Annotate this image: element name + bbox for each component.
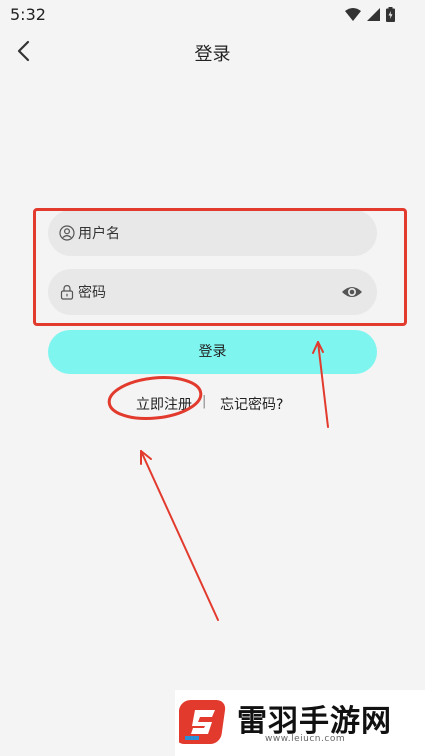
register-link[interactable]: 立即注册 <box>136 394 192 414</box>
page-title: 登录 <box>194 44 231 65</box>
login-button[interactable]: 登录 <box>48 330 377 374</box>
forgot-password-link[interactable]: 忘记密码? <box>220 394 283 414</box>
app-bar: 登录 <box>0 30 425 72</box>
auth-links: 立即注册 | 忘记密码? <box>0 394 425 414</box>
watermark-url: www.leiucn.com <box>265 734 346 744</box>
leiyu-logo-icon <box>179 700 226 744</box>
status-icons <box>345 7 395 22</box>
battery-icon <box>386 7 395 22</box>
annotation-overlay <box>107 341 329 621</box>
status-bar: 5:32 <box>0 0 425 30</box>
status-time: 5:32 <box>10 5 46 24</box>
link-separator: | <box>202 394 207 409</box>
annotation-arrow-left <box>140 450 219 621</box>
annotation-box <box>33 208 407 326</box>
wifi-icon <box>345 8 361 21</box>
signal-icon <box>367 8 380 21</box>
watermark: 雷羽手游网 www.leiucn.com <box>175 690 425 756</box>
